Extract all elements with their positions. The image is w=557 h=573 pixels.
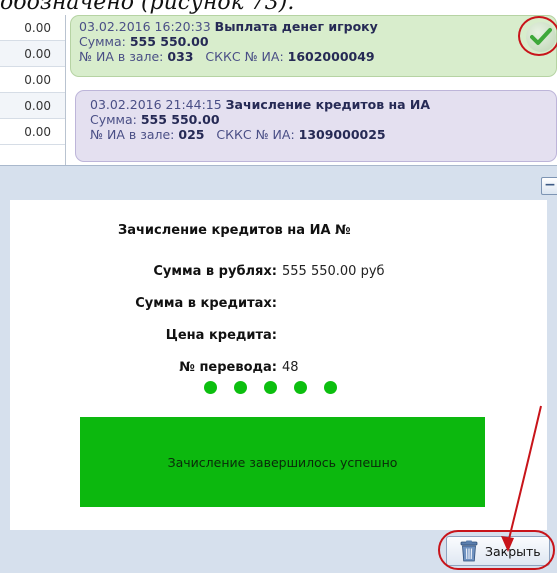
sum-value: 555 550.00: [129, 34, 209, 49]
progress-dot: [204, 381, 217, 394]
values-column: 0.00 0.00 0.00 0.00 0.00: [0, 15, 66, 165]
value-cell: 0.00: [0, 15, 65, 41]
field-sum-credits: Сумма в кредитах:: [10, 296, 310, 316]
skks-label: СККС № ИА:: [205, 49, 284, 64]
credit-dialog-window: − Зачисление кредитов на ИА № Сумма в ру…: [0, 165, 557, 573]
sum-value: 555 550.00: [140, 112, 220, 127]
log-entry-sum: Сумма: 555 550.00: [79, 34, 548, 49]
dialog-body: Зачисление кредитов на ИА № Сумма в рубл…: [10, 200, 547, 530]
log-entry-sum: Сумма: 555 550.00: [90, 112, 548, 127]
skks-label: СККС № ИА:: [216, 127, 295, 142]
sum-rub-label: Сумма в рублях:: [153, 264, 277, 279]
log-entry-title: Зачисление кредитов на ИА: [225, 97, 431, 112]
value-cell: 0.00: [0, 41, 65, 67]
hall-label: № ИА в зале:: [90, 127, 175, 142]
progress-dot: [234, 381, 247, 394]
sum-label: Сумма:: [79, 34, 126, 49]
skks-value: 1309000025: [298, 127, 386, 142]
dialog-title: Зачисление кредитов на ИА №: [118, 223, 351, 238]
transfer-number-label: № перевода:: [179, 360, 277, 375]
sum-credits-label: Сумма в кредитах:: [135, 296, 277, 311]
sum-label: Сумма:: [90, 112, 137, 127]
log-entry-datetime: 03.02.2016 21:44:15: [90, 97, 222, 112]
sum-rub-value: 555 550.00 руб: [282, 264, 385, 279]
field-sum-rub: Сумма в рублях: 555 550.00 руб: [10, 264, 384, 284]
transfer-number-value: 48: [282, 360, 299, 375]
window-title-bar: −: [0, 166, 557, 198]
progress-dot: [294, 381, 307, 394]
value-cell: 0.00: [0, 67, 65, 93]
skks-value: 1602000049: [287, 49, 375, 64]
hall-value: 025: [178, 127, 205, 142]
value-cell: 0.00: [0, 119, 65, 145]
log-entry-payout[interactable]: 03.02.2016 16:20:33 Выплата денег игроку…: [70, 15, 557, 77]
success-status-box: Зачисление завершилось успешно: [80, 417, 485, 507]
field-credit-price: Цена кредита:: [10, 328, 310, 348]
value-cell: 0.00: [0, 93, 65, 119]
log-entry-ids: № ИА в зале: 025 СККС № ИА: 1309000025: [90, 127, 548, 142]
progress-dots: [204, 381, 344, 397]
credit-price-label: Цена кредита:: [165, 328, 277, 343]
annotation-circle-close: [438, 530, 555, 570]
field-transfer-number: № перевода: 48: [10, 360, 310, 380]
hall-label: № ИА в зале:: [79, 49, 164, 64]
log-entry-datetime: 03.02.2016 16:20:33: [79, 19, 211, 34]
collapse-button[interactable]: −: [541, 177, 557, 195]
log-entry-header: 03.02.2016 16:20:33 Выплата денег игроку: [79, 19, 548, 34]
log-entry-title: Выплата денег игроку: [214, 19, 378, 34]
document-caption: обозначено (рисунок 73).: [0, 0, 295, 15]
progress-dot: [324, 381, 337, 394]
log-entry-ids: № ИА в зале: 033 СККС № ИА: 1602000049: [79, 49, 548, 64]
log-entry-header: 03.02.2016 21:44:15 Зачисление кредитов …: [90, 97, 548, 112]
progress-dot: [264, 381, 277, 394]
log-entry-credit[interactable]: 03.02.2016 21:44:15 Зачисление кредитов …: [75, 90, 557, 162]
hall-value: 033: [167, 49, 194, 64]
status-message: Зачисление завершилось успешно: [167, 454, 398, 470]
annotation-circle-check: [518, 16, 557, 56]
